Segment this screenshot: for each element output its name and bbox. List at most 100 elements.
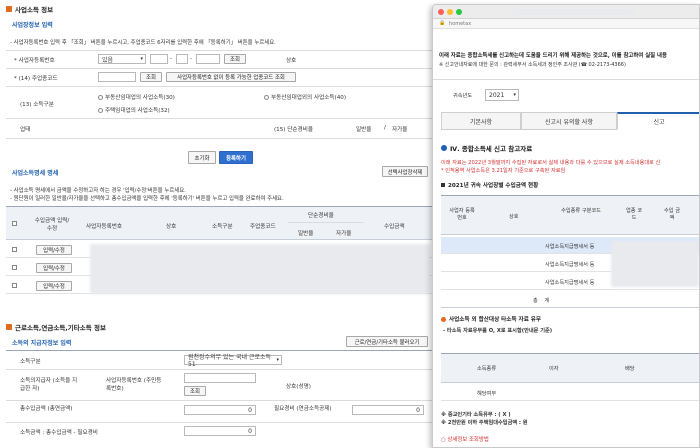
divider	[288, 222, 364, 223]
tab-basic[interactable]: 기본사항	[441, 112, 521, 130]
biz-no-part2[interactable]	[176, 54, 188, 64]
address-bar-url: hometax	[449, 21, 472, 27]
necessary-input[interactable]: 0	[352, 405, 424, 415]
tab-caution[interactable]: 신고시 유의할 사항	[521, 112, 617, 130]
section-title-business: 사업소득 정보	[6, 4, 53, 14]
payer-company-label: 상호(성명)	[286, 384, 311, 390]
radio-icon	[264, 95, 269, 100]
th-general: 일반율	[298, 231, 314, 237]
row-income-type: 사업소득지급명세서 등	[545, 280, 595, 286]
payer-biz-input[interactable]	[184, 373, 256, 383]
year-select[interactable]: 2021 ▾	[485, 89, 519, 101]
th-industry: 업종 코드	[626, 208, 642, 221]
business-label: 업태	[20, 127, 31, 133]
note-biz-info: - 사업자등록번호 입력 후 「조회」 버튼을 누르시고, 주업종코드 6자리를…	[10, 40, 276, 46]
radio-icon	[98, 95, 103, 100]
payer-lookup-button[interactable]: 조회	[184, 386, 206, 396]
redacted-rows	[90, 244, 430, 294]
row-checkbox[interactable]	[12, 265, 17, 270]
company-label: 상호	[286, 58, 297, 64]
chevron-down-icon: ▾	[140, 56, 143, 62]
load-wage-button[interactable]: 근로/연금/기타소득 불러오기	[346, 336, 428, 347]
radio-housing-32[interactable]: 주택임대업의 사업소득(32)	[98, 106, 170, 114]
industry-label: * (14) 주업종코드	[14, 76, 58, 82]
th-edit: 수입금액 입력/수정	[34, 218, 70, 232]
red-note-2: * 인적용역 사업소득은 3.21일자 기준으로 구축된 자료임	[441, 168, 566, 174]
th-income-kind: 소득종류	[477, 366, 497, 372]
row-checkbox[interactable]	[12, 247, 17, 252]
radio-icon	[98, 108, 103, 113]
red-note-1: 이래 자료는 2022년 3월말까지 수집된 자료로서 실제 내용과 다를 수 …	[441, 160, 661, 166]
total-row: 총 계	[441, 291, 699, 308]
row-edit-button[interactable]: 입력/수정	[36, 281, 72, 291]
maximize-window-icon[interactable]	[456, 9, 462, 15]
section-heading: Ⅳ. 종합소득세 신고 참고자료	[441, 143, 532, 153]
biz-exist-select[interactable]: 있음 ▾	[98, 54, 146, 64]
th-company: 상호	[509, 214, 519, 220]
th-industry: 주업종코드	[250, 224, 276, 230]
year-label: 귀속년도	[453, 93, 473, 99]
th-interest: 이자	[549, 366, 559, 372]
address-bar[interactable]: 🔒 hometax	[433, 19, 699, 29]
industry-code-input[interactable]	[98, 72, 136, 82]
necessary-label: 필요경비 (연금소득공제)	[274, 406, 332, 412]
table-row: 해당여부	[441, 385, 699, 401]
circle-bullet-icon	[441, 145, 447, 151]
th-dividend: 배당	[625, 366, 635, 372]
close-window-icon[interactable]	[438, 9, 444, 15]
simple-rate-label: (15) 단순경비율	[274, 127, 313, 133]
th-biz-no: 사업자 등록번호	[449, 208, 475, 221]
tab-report[interactable]: 신고	[617, 112, 699, 130]
row-edit-button[interactable]: 입력/수정	[36, 245, 72, 255]
divider	[6, 68, 432, 69]
biz-no-part1[interactable]	[150, 54, 168, 64]
section-bullet-icon	[6, 324, 12, 330]
reset-button[interactable]: 초기화	[188, 151, 216, 164]
other-income-title: 사업소득 외 합산대상 타소득 자료 유무	[441, 315, 541, 323]
th-rate: 단순경비율	[308, 213, 334, 219]
lock-icon: 🔒	[439, 20, 446, 26]
total-income-input[interactable]: 0	[184, 405, 256, 415]
subtitle-biz-info: 사업장정보 입력	[12, 22, 53, 29]
popup-intro: 이래 자료는 종합소득세를 신고하는데 도움을 드리기 위해 제공하는 것으로,…	[439, 53, 667, 59]
note-register: - 원단원이 일러한 일반율/자가율을 선택하고 총수입금액을 입력한 후에 '…	[10, 196, 284, 202]
chevron-down-icon: ▾	[513, 92, 516, 98]
delete-selected-button[interactable]: 선택사업장삭제	[382, 166, 428, 177]
select-all-checkbox[interactable]	[12, 221, 17, 226]
minimize-window-icon[interactable]	[447, 9, 453, 15]
row-edit-button[interactable]: 입력/수정	[36, 263, 72, 273]
biz-lookup-button[interactable]: 조회	[224, 54, 246, 64]
divider	[6, 50, 432, 51]
wage-income-type-label: 소득구분	[20, 359, 41, 365]
income-type-label: (13) 소득구분	[20, 102, 54, 108]
biz-no-part3[interactable]	[196, 54, 220, 64]
radio-label: 부동산임대업외의 사업소득(40)	[271, 95, 347, 101]
wage-income-type-select[interactable]: 원천징수의무 있는 국내 근로소득 51 ▾	[184, 354, 282, 368]
subtitle-payer: 소득의 지급자정보 입력	[12, 340, 72, 347]
redacted-window-title	[513, 9, 633, 15]
register-button[interactable]: 등록하기	[219, 151, 253, 164]
row-checkbox[interactable]	[12, 283, 17, 288]
radio-rental-30[interactable]: 부동산임대업의 사업소득(30)	[98, 93, 175, 101]
other-income-title-text: 사업소득 외 합산대상 타소득 자료 유무	[449, 317, 542, 323]
industry-nobiz-lookup-button[interactable]: 사업자등록번호 없이 등록 가능한 업종코드 조회	[166, 72, 296, 82]
divider	[6, 118, 432, 119]
section-title-wage: 근로소득,연금소득,기타소득 정보	[6, 322, 106, 332]
note-other-income: ※ 중교인기타 소득유무 : ( X )	[441, 412, 511, 418]
divider	[6, 369, 432, 370]
other-income-sub: - 타소득 자료유무를 O, X로 표시함(안내문 기준)	[443, 328, 553, 334]
dash: -	[190, 56, 193, 62]
note-housing-rental: ※ 2천만원 이하 주택임대수입금액 : 원	[441, 420, 528, 426]
industry-lookup-button[interactable]: 조회	[140, 72, 162, 82]
th-income: 수입 금액	[664, 208, 680, 221]
radio-label: 주택임대업의 사업소득(32)	[105, 108, 170, 114]
th-biz-no: 사업자등록번호	[86, 224, 123, 230]
section-title-text: 근로소득,연금소득,기타소득 정보	[15, 324, 106, 332]
radio-nonrental-40[interactable]: 부동산임대업외의 사업소득(40)	[264, 93, 346, 101]
income-amount-input[interactable]: 0	[184, 426, 256, 436]
detail-link[interactable]: ○ 상세정보 조회방법	[441, 435, 489, 443]
payer-biz-label: 사업자등록번호 (주민등록번호)	[106, 378, 162, 392]
divider	[6, 86, 432, 87]
window-titlebar[interactable]	[433, 5, 699, 19]
payer-label: 소득의지급자 (소득을 지급한 자)	[20, 378, 78, 392]
